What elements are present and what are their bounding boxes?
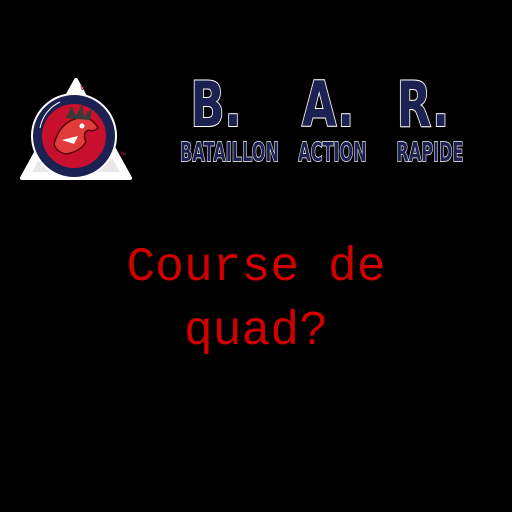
brand-letter-b: B. — [190, 68, 242, 141]
brand-letter-a: A. — [301, 68, 355, 141]
brand-col-r: R. RAPIDE — [380, 68, 466, 169]
page: ∿ v B. BATAILLON A. ACTION R. RAPIDE Cou… — [0, 0, 512, 512]
bar-emblem-icon: ∿ v — [20, 78, 132, 182]
brand-word-action: ACTION — [298, 137, 367, 169]
brand-word-bataillon: BATAILLON — [180, 137, 280, 169]
question-text: Course de quad? — [0, 236, 512, 364]
brand-word-rapide: RAPIDE — [396, 137, 464, 169]
bar-emblem-svg: ∿ v — [20, 78, 132, 180]
emblem-eye — [79, 123, 85, 129]
brand-col-a: A. ACTION — [280, 68, 376, 169]
brand-col-b: B. BATAILLON — [158, 68, 280, 169]
emblem-mark-top: v — [80, 83, 85, 92]
brand-letter-r: R. — [396, 68, 450, 141]
question-line-2: quad? — [183, 305, 329, 359]
brand-header: B. BATAILLON A. ACTION R. RAPIDE — [158, 68, 468, 184]
emblem-mark-right: ∿ — [120, 149, 127, 158]
question-line-1: Course de — [126, 241, 386, 295]
